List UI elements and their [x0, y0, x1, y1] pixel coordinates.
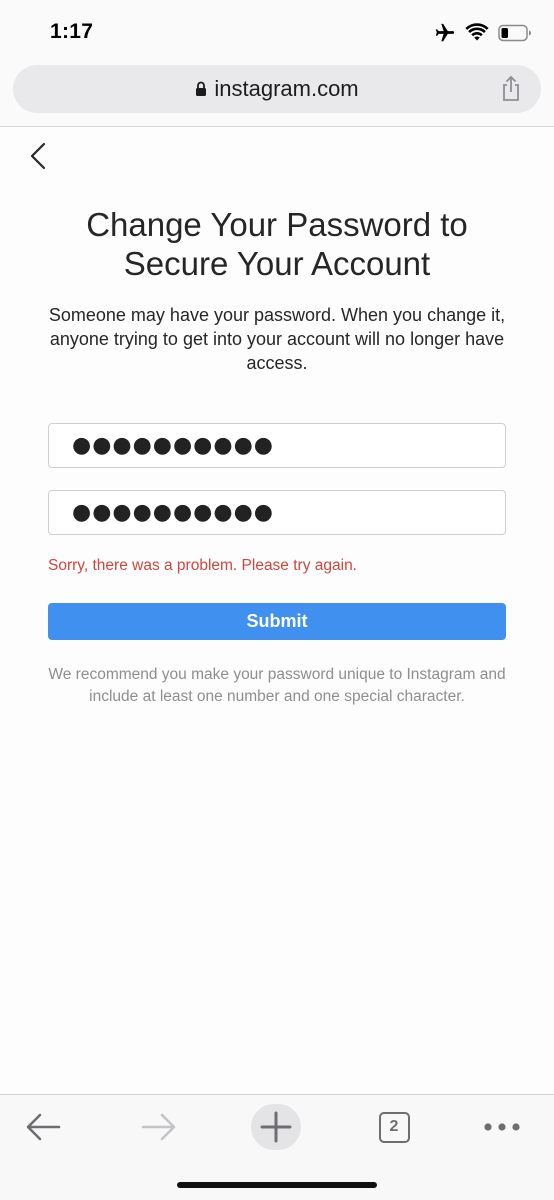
airplane-icon [435, 23, 455, 42]
address-bar[interactable]: instagram.com [13, 65, 541, 113]
status-icons [434, 20, 532, 46]
new-tab-button[interactable] [251, 1104, 301, 1150]
wifi-icon [465, 23, 489, 41]
tab-count: 2 [389, 1118, 399, 1135]
password-hint: We recommend you make your password uniq… [48, 666, 506, 705]
more-icon [484, 1123, 520, 1131]
page-subtitle: Someone may have your password. When you… [48, 305, 506, 373]
status-time: 1:17 [50, 20, 94, 43]
page-title: Change Your Password to Secure Your Acco… [86, 206, 468, 282]
tabs-icon: 2 [378, 1111, 410, 1143]
url-text: instagram.com [214, 76, 359, 101]
share-icon[interactable] [499, 75, 523, 103]
back-chevron-icon[interactable] [26, 142, 52, 170]
back-arrow-icon [26, 1113, 61, 1141]
error-message: Sorry, there was a problem. Please try a… [48, 557, 357, 574]
battery-icon [498, 24, 531, 42]
plus-icon [260, 1111, 292, 1143]
forward-arrow-icon [141, 1113, 176, 1141]
lock-icon [196, 81, 207, 96]
new-password-field[interactable]: ●●●●●●●●●● [48, 423, 506, 468]
status-bar: 1:17 [0, 0, 554, 62]
browser-top-bar: instagram.com [0, 62, 554, 127]
browser-forward-button[interactable] [136, 1105, 182, 1149]
browser-back-button[interactable] [20, 1105, 66, 1149]
more-button[interactable] [480, 1105, 524, 1149]
submit-button[interactable]: Submit [48, 603, 506, 640]
confirm-password-field[interactable]: ●●●●●●●●●● [48, 490, 506, 535]
home-indicator [177, 1182, 377, 1188]
tabs-button[interactable]: 2 [377, 1105, 411, 1149]
